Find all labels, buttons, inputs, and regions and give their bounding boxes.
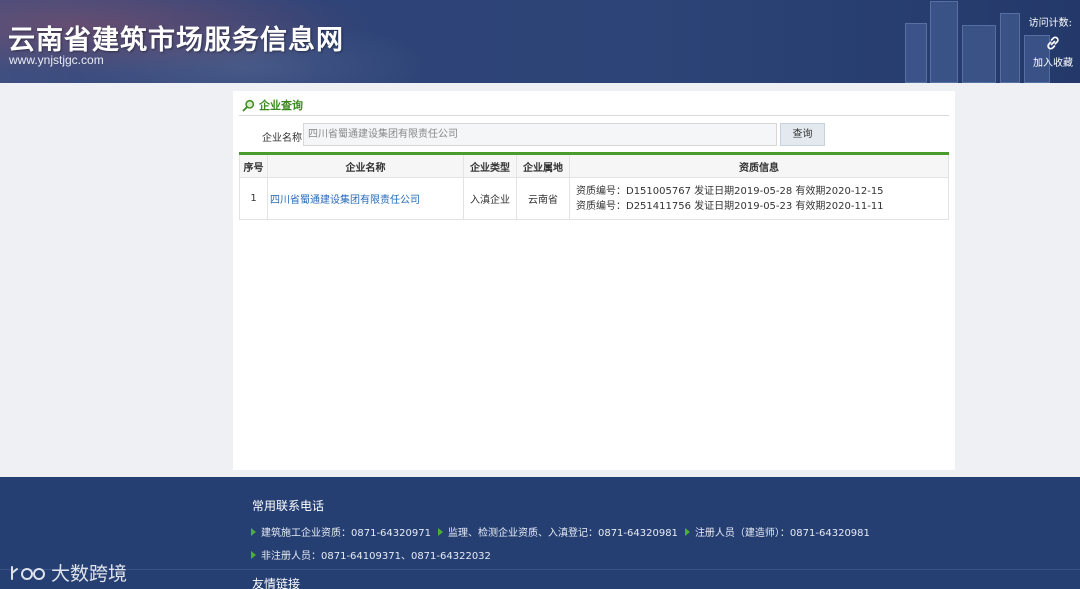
qualification-line: 资质编号：D251411756 发证日期2019-05-23 有效期2020-1… [576, 200, 884, 212]
contacts-line-1: 建筑施工企业资质：0871-64320971 监理、检测企业资质、入滇登记：08… [251, 524, 877, 539]
qualification-line: 资质编号：D151005767 发证日期2019-05-28 有效期2020-1… [576, 185, 884, 197]
contacts-title: 常用联系电话 [252, 499, 325, 513]
table-row: 1 四川省蜀通建设集团有限责任公司 入滇企业 云南省 资质编号：D1510057… [239, 177, 949, 220]
enterprise-query-panel: 企业查询 企业名称 四川省蜀通建设集团有限责任公司 查询 序号 企业名称 企业类… [233, 91, 955, 470]
header-index: 序号 [239, 153, 268, 178]
footer-divider [0, 569, 1080, 570]
site-url: www.ynjstjgc.com [9, 53, 104, 67]
watermark-text: 大数跨境 [51, 563, 128, 585]
title-divider [239, 115, 949, 116]
contact-item: 注册人员（建造师）：0871-64320981 [684, 524, 870, 539]
row-company-type: 入滇企业 [463, 177, 517, 220]
add-favorite-link[interactable]: 加入收藏 [1033, 54, 1073, 69]
watermark: 大数跨境 [9, 559, 127, 586]
link-icon[interactable] [1044, 34, 1062, 52]
panel-title: 企业查询 [242, 95, 303, 115]
friendly-links-title: 友情链接 [252, 577, 301, 589]
row-qualification-info: 资质编号：D151005767 发证日期2019-05-28 有效期2020-1… [569, 177, 949, 220]
header-company-location: 企业属地 [516, 153, 570, 178]
site-title: 云南省建筑市场服务信息网 [8, 25, 344, 56]
row-company-location: 云南省 [516, 177, 570, 220]
site-footer: 常用联系电话 建筑施工企业资质：0871-64320971 监理、检测企业资质、… [0, 477, 1080, 589]
contact-item: 建筑施工企业资质：0871-64320971 [251, 524, 431, 539]
bullet-triangle-icon [251, 527, 256, 536]
row-company-name-cell: 四川省蜀通建设集团有限责任公司 [267, 177, 464, 220]
watermark-logo-icon [11, 565, 45, 580]
header-company-name: 企业名称 [267, 153, 464, 178]
contacts-line-2: 非注册人员：0871-64109371、0871-64322032 [251, 547, 498, 562]
contact-item: 监理、检测企业资质、入滇登记：0871-64320981 [437, 524, 678, 539]
header-qualification-info: 资质信息 [569, 153, 949, 178]
contact-item: 非注册人员：0871-64109371、0871-64322032 [251, 547, 491, 562]
site-header: 云南省建筑市场服务信息网 www.ynjstjgc.com 访问计数: 加入收藏 [0, 0, 1080, 83]
panel-title-text: 企业查询 [259, 99, 303, 112]
bullet-triangle-icon [437, 527, 443, 536]
company-name-input[interactable]: 四川省蜀通建设集团有限责任公司 [303, 123, 777, 146]
results-table: 序号 企业名称 企业类型 企业属地 资质信息 1 四川省蜀通建设集团有限责任公司… [239, 152, 949, 220]
visit-counter-label: 访问计数: [1028, 18, 1072, 29]
row-index: 1 [239, 177, 268, 220]
table-header-row: 序号 企业名称 企业类型 企业属地 资质信息 [239, 153, 949, 178]
bullet-triangle-icon [684, 527, 690, 536]
query-button[interactable]: 查询 [780, 123, 825, 146]
company-name-link[interactable]: 四川省蜀通建设集团有限责任公司 [270, 195, 420, 206]
bullet-triangle-icon [251, 550, 256, 559]
header-company-type: 企业类型 [463, 153, 517, 178]
search-row: 企业名称 四川省蜀通建设集团有限责任公司 查询 [233, 123, 955, 147]
search-icon [242, 99, 255, 111]
company-name-label: 企业名称 [262, 133, 302, 144]
